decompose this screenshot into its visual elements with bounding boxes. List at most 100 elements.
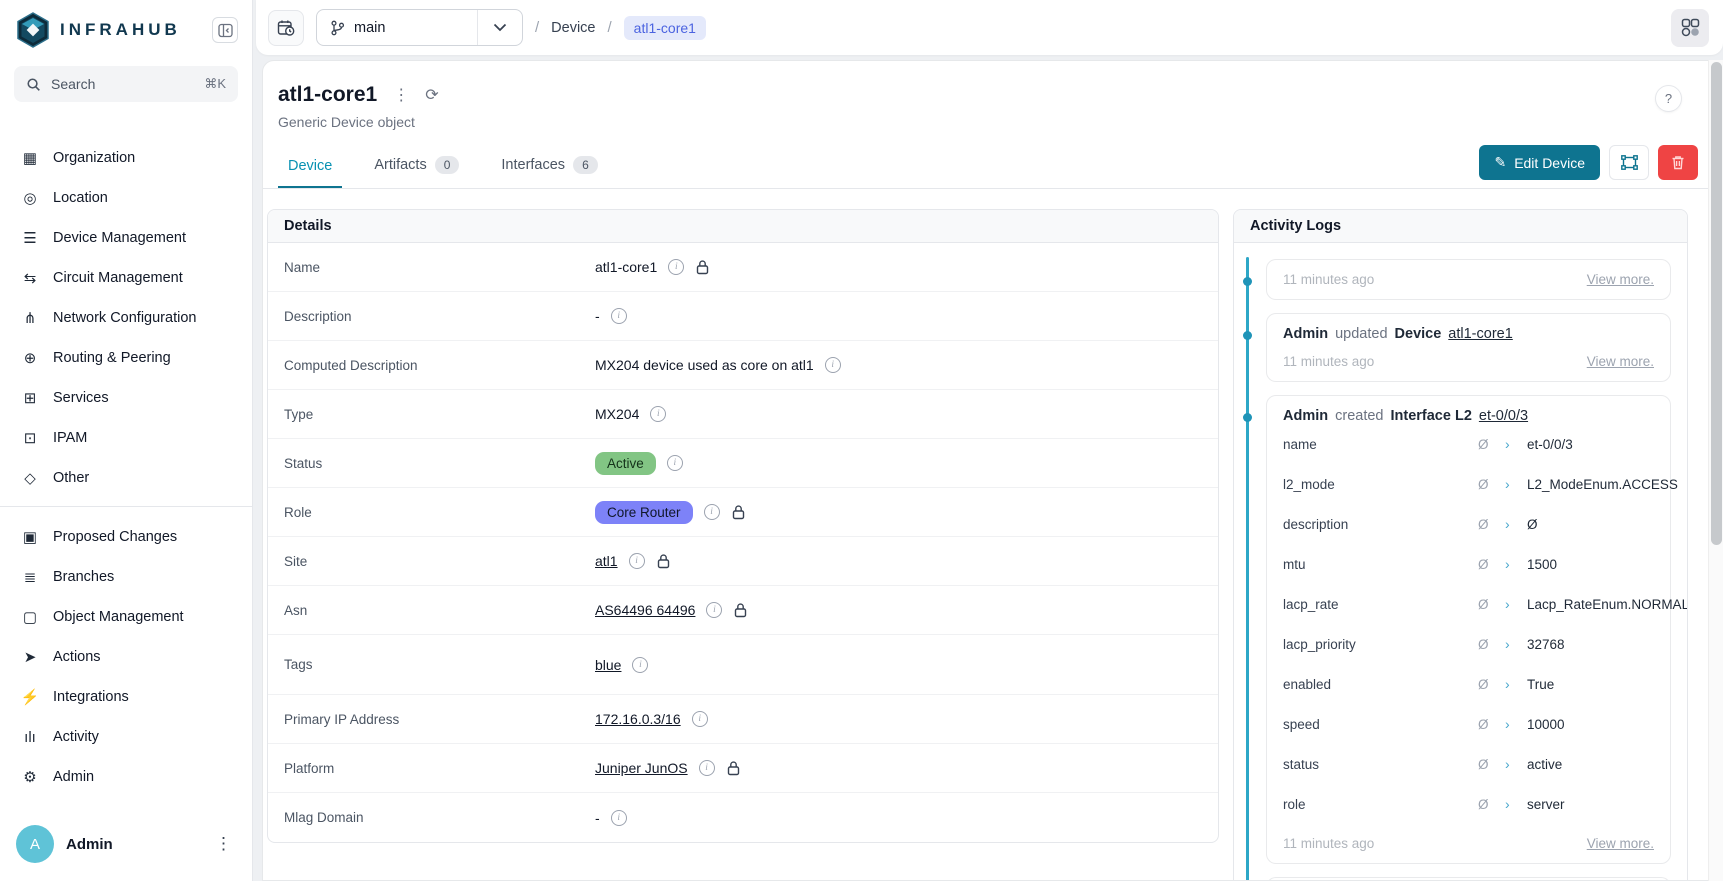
sidebar-item-label: IPAM (53, 430, 87, 446)
prop-row-name: name Ø › et-0/0/3 (1283, 424, 1654, 464)
sidebar-item-organization[interactable]: ▦Organization (0, 138, 252, 178)
entry-object-link[interactable]: et-0/0/3 (1479, 408, 1528, 424)
sidebar-item-services[interactable]: ⊞Services (0, 378, 252, 418)
row-label: Site (284, 554, 595, 569)
breadcrumb-device[interactable]: Device (551, 20, 595, 36)
sidebar-item-label: Circuit Management (53, 270, 183, 286)
tab-interfaces[interactable]: Interfaces6 (491, 144, 607, 188)
activity-logs-body: 11 minutes ago View more. Admin updated … (1234, 243, 1687, 881)
info-icon[interactable]: i (699, 760, 715, 776)
info-icon[interactable]: i (667, 455, 683, 471)
info-icon[interactable]: i (668, 259, 684, 275)
breadcrumb-current-item[interactable]: atl1-core1 (624, 16, 706, 40)
info-icon[interactable]: i (650, 406, 666, 422)
prop-label: lacp_rate (1283, 597, 1478, 612)
sidebar-item-routing-peering[interactable]: ⊕Routing & Peering (0, 338, 252, 378)
asn-link[interactable]: AS64496 64496 (595, 602, 695, 618)
row-value: - (595, 810, 600, 826)
scrollbar-thumb[interactable] (1711, 62, 1722, 545)
chevron-right-icon: › (1505, 716, 1527, 732)
row-label: Computed Description (284, 358, 595, 373)
branch-selector[interactable]: main (316, 9, 523, 46)
info-icon[interactable]: i (632, 657, 648, 673)
detail-row-type: Type MX204 i (268, 390, 1218, 439)
refresh-icon[interactable]: ⟳ (425, 85, 438, 105)
prop-value: Lacp_RateEnum.NORMAL (1527, 597, 1688, 612)
sidebar-item-ipam[interactable]: ⊡IPAM (0, 418, 252, 458)
info-icon[interactable]: i (704, 504, 720, 520)
row-label: Mlag Domain (284, 810, 595, 825)
search-input[interactable]: Search ⌘K (14, 66, 238, 102)
prop-value: server (1527, 797, 1565, 812)
timeline-dot (1243, 331, 1252, 340)
user-name: Admin (66, 836, 199, 853)
platform-link[interactable]: Juniper JunOS (595, 760, 688, 776)
sidebar-item-circuit-management[interactable]: ⇆Circuit Management (0, 258, 252, 298)
entry-object-link[interactable]: atl1-core1 (1448, 326, 1512, 342)
user-footer: A Admin ⋮ (0, 811, 252, 881)
sidebar-item-label: Device Management (53, 230, 186, 246)
info-icon[interactable]: i (825, 357, 841, 373)
cube-icon: ◇ (20, 469, 40, 487)
sidebar-item-device-management[interactable]: ☰Device Management (0, 218, 252, 258)
git-branch-icon (330, 20, 345, 36)
info-icon[interactable]: i (611, 810, 627, 826)
help-button[interactable]: ? (1655, 85, 1682, 112)
apps-grid-button[interactable] (1671, 9, 1709, 47)
title-kebab-icon[interactable]: ⋮ (393, 85, 409, 105)
info-icon[interactable]: i (611, 308, 627, 324)
sidebar-collapse-icon[interactable] (212, 17, 238, 43)
edit-device-button[interactable]: ✎ Edit Device (1479, 145, 1600, 180)
info-icon[interactable]: i (629, 553, 645, 569)
tab-label: Device (288, 158, 332, 174)
sidebar-item-actions[interactable]: ➤Actions (0, 637, 252, 677)
entry-object-type: Device (1395, 326, 1442, 342)
sidebar-item-network-configuration[interactable]: ⋔Network Configuration (0, 298, 252, 338)
null-icon: Ø (1478, 597, 1505, 612)
prop-label: name (1283, 437, 1478, 452)
manage-groups-button[interactable] (1609, 145, 1649, 180)
sidebar-item-object-management[interactable]: ▢Object Management (0, 597, 252, 637)
breadcrumb-separator: / (535, 19, 539, 36)
sidebar-nav: ▦Organization ◎Location ☰Device Manageme… (0, 112, 252, 797)
time-travel-button[interactable] (268, 10, 304, 46)
sidebar-item-branches[interactable]: ≣Branches (0, 557, 252, 597)
gear-icon: ⚙ (20, 768, 40, 786)
sidebar-item-proposed-changes[interactable]: ▣Proposed Changes (0, 517, 252, 557)
delete-device-button[interactable] (1658, 145, 1698, 180)
user-menu-kebab-icon[interactable]: ⋮ (211, 834, 236, 854)
vertical-scrollbar[interactable] (1708, 60, 1723, 881)
services-icon: ⊞ (20, 389, 40, 407)
sidebar-item-location[interactable]: ◎Location (0, 178, 252, 218)
chevron-right-icon: › (1505, 676, 1527, 692)
lock-icon (733, 602, 748, 618)
null-icon: Ø (1478, 717, 1505, 732)
sidebar-item-admin[interactable]: ⚙Admin (0, 757, 252, 797)
prop-label: speed (1283, 717, 1478, 732)
info-icon[interactable]: i (692, 711, 708, 727)
row-label: Name (284, 260, 595, 275)
layers-icon: ≣ (20, 568, 40, 586)
sidebar-item-activity[interactable]: ılıActivity (0, 717, 252, 757)
diff-icon: ▣ (20, 528, 40, 546)
timeline-line (1246, 257, 1249, 881)
detail-row-description: Description - i (268, 292, 1218, 341)
view-more-link[interactable]: View more. (1587, 354, 1654, 369)
activity-entry-partial (1266, 877, 1671, 881)
view-more-link[interactable]: View more. (1587, 272, 1654, 287)
logo-row: INFRAHUB (0, 0, 252, 56)
primary-ip-link[interactable]: 172.16.0.3/16 (595, 711, 681, 727)
search-shortcut: ⌘K (204, 76, 226, 92)
tab-artifacts[interactable]: Artifacts0 (364, 144, 469, 188)
view-more-link[interactable]: View more. (1587, 836, 1654, 851)
info-icon[interactable]: i (706, 602, 722, 618)
site-link[interactable]: atl1 (595, 553, 618, 569)
avatar[interactable]: A (16, 825, 54, 863)
tag-link[interactable]: blue (595, 657, 621, 673)
sidebar-item-integrations[interactable]: ⚡Integrations (0, 677, 252, 717)
tab-device[interactable]: Device (278, 146, 342, 188)
apps-grid-icon (1681, 18, 1700, 37)
sidebar-item-other[interactable]: ◇Other (0, 458, 252, 498)
entry-action: updated (1335, 326, 1387, 342)
entry-actor: Admin (1283, 326, 1328, 342)
